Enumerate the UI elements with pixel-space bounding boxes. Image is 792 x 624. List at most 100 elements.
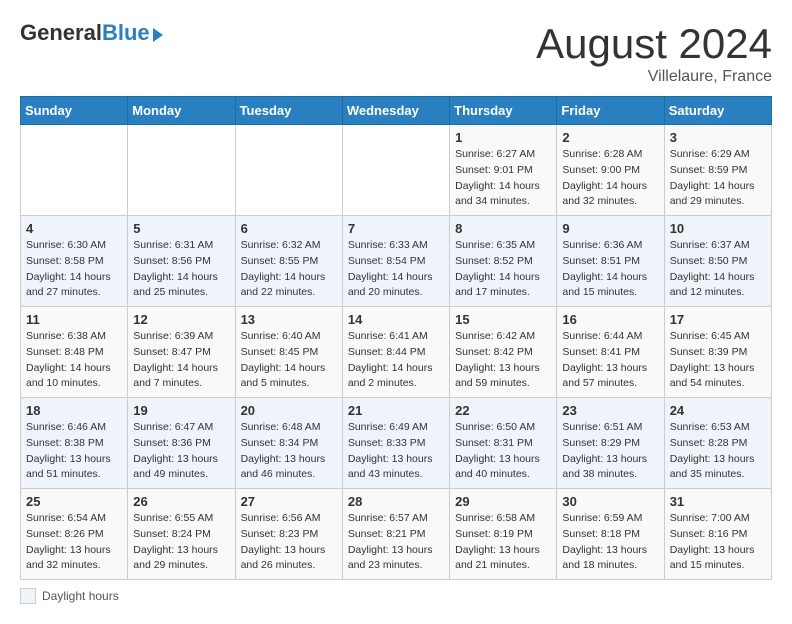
calendar-day-cell — [21, 125, 128, 216]
day-number: 23 — [562, 403, 658, 418]
calendar-day-cell: 22Sunrise: 6:50 AM Sunset: 8:31 PM Dayli… — [450, 398, 557, 489]
day-detail: Sunrise: 6:30 AM Sunset: 8:58 PM Dayligh… — [26, 238, 122, 301]
calendar-day-cell: 11Sunrise: 6:38 AM Sunset: 8:48 PM Dayli… — [21, 307, 128, 398]
day-number: 9 — [562, 221, 658, 236]
day-number: 21 — [348, 403, 444, 418]
day-detail: Sunrise: 6:44 AM Sunset: 8:41 PM Dayligh… — [562, 329, 658, 392]
calendar-day-cell: 23Sunrise: 6:51 AM Sunset: 8:29 PM Dayli… — [557, 398, 664, 489]
day-number: 11 — [26, 312, 122, 327]
weekday-header: Tuesday — [235, 97, 342, 125]
day-detail: Sunrise: 6:33 AM Sunset: 8:54 PM Dayligh… — [348, 238, 444, 301]
calendar-day-cell: 3Sunrise: 6:29 AM Sunset: 8:59 PM Daylig… — [664, 125, 771, 216]
day-number: 13 — [241, 312, 337, 327]
day-number: 25 — [26, 494, 122, 509]
day-detail: Sunrise: 6:37 AM Sunset: 8:50 PM Dayligh… — [670, 238, 766, 301]
day-detail: Sunrise: 6:57 AM Sunset: 8:21 PM Dayligh… — [348, 511, 444, 574]
calendar-day-cell — [342, 125, 449, 216]
calendar-day-cell: 29 Sunrise: 6:58 AM Sunset: 8:19 PM Dayli… — [450, 489, 557, 580]
page-header: General Blue August 2024 Villelaure, Fra… — [20, 20, 772, 86]
day-number: 24 — [670, 403, 766, 418]
day-number: 30 — [562, 494, 658, 509]
day-detail: Sunrise: 6:42 AM Sunset: 8:42 PM Dayligh… — [455, 329, 551, 392]
calendar-day-cell — [128, 125, 235, 216]
day-detail: Sunrise: 6:28 AM Sunset: 9:00 PM Dayligh… — [562, 147, 658, 210]
calendar-day-cell — [235, 125, 342, 216]
day-detail: Sunrise: 6:46 AM Sunset: 8:38 PM Dayligh… — [26, 420, 122, 483]
daylight-legend-label: Daylight hours — [42, 589, 119, 603]
day-number: 4 — [26, 221, 122, 236]
day-number: 17 — [670, 312, 766, 327]
calendar-day-cell: 5 Sunrise: 6:31 AM Sunset: 8:56 PM Daylig… — [128, 216, 235, 307]
calendar-day-cell: 16Sunrise: 6:44 AM Sunset: 8:41 PM Dayli… — [557, 307, 664, 398]
day-number: 31 — [670, 494, 766, 509]
calendar-day-cell: 27 Sunrise: 6:56 AM Sunset: 8:23 PM Dayli… — [235, 489, 342, 580]
title-block: August 2024 Villelaure, France — [536, 20, 772, 86]
weekday-header: Sunday — [21, 97, 128, 125]
day-detail: Sunrise: 6:36 AM Sunset: 8:51 PM Dayligh… — [562, 238, 658, 301]
calendar-day-cell: 2 Sunrise: 6:28 AM Sunset: 9:00 PM Daylig… — [557, 125, 664, 216]
logo-blue-text: Blue — [102, 20, 150, 46]
calendar-day-cell: 18 Sunrise: 6:46 AM Sunset: 8:38 PM Dayli… — [21, 398, 128, 489]
day-detail: Sunrise: 6:40 AM Sunset: 8:45 PM Dayligh… — [241, 329, 337, 392]
day-number: 20 — [241, 403, 337, 418]
day-number: 1 — [455, 130, 551, 145]
day-detail: Sunrise: 6:54 AM Sunset: 8:26 PM Dayligh… — [26, 511, 122, 574]
day-number: 29 — [455, 494, 551, 509]
day-detail: Sunrise: 6:31 AM Sunset: 8:56 PM Dayligh… — [133, 238, 229, 301]
day-detail: Sunrise: 6:32 AM Sunset: 8:55 PM Dayligh… — [241, 238, 337, 301]
calendar-day-cell: 10 Sunrise: 6:37 AM Sunset: 8:50 PM Dayli… — [664, 216, 771, 307]
day-detail: Sunrise: 6:47 AM Sunset: 8:36 PM Dayligh… — [133, 420, 229, 483]
day-number: 6 — [241, 221, 337, 236]
calendar-day-cell: 7 Sunrise: 6:33 AM Sunset: 8:54 PM Daylig… — [342, 216, 449, 307]
page-subtitle: Villelaure, France — [536, 68, 772, 86]
calendar-day-cell: 17Sunrise: 6:45 AM Sunset: 8:39 PM Dayli… — [664, 307, 771, 398]
day-number: 18 — [26, 403, 122, 418]
day-number: 3 — [670, 130, 766, 145]
day-number: 8 — [455, 221, 551, 236]
calendar-day-cell: 4 Sunrise: 6:30 AM Sunset: 8:58 PM Daylig… — [21, 216, 128, 307]
day-number: 15 — [455, 312, 551, 327]
page-title: August 2024 — [536, 20, 772, 68]
calendar-week-row: 11Sunrise: 6:38 AM Sunset: 8:48 PM Dayli… — [21, 307, 772, 398]
calendar-day-cell: 26 Sunrise: 6:55 AM Sunset: 8:24 PM Dayli… — [128, 489, 235, 580]
calendar-day-cell: 1Sunrise: 6:27 AM Sunset: 9:01 PM Daylig… — [450, 125, 557, 216]
day-number: 5 — [133, 221, 229, 236]
calendar-week-row: 4 Sunrise: 6:30 AM Sunset: 8:58 PM Daylig… — [21, 216, 772, 307]
calendar-footer: Daylight hours — [20, 588, 772, 604]
day-detail: Sunrise: 6:55 AM Sunset: 8:24 PM Dayligh… — [133, 511, 229, 574]
day-number: 10 — [670, 221, 766, 236]
logo-arrow-icon — [153, 28, 163, 42]
day-number: 14 — [348, 312, 444, 327]
calendar-day-cell: 25 Sunrise: 6:54 AM Sunset: 8:26 PM Dayli… — [21, 489, 128, 580]
day-detail: Sunrise: 6:53 AM Sunset: 8:28 PM Dayligh… — [670, 420, 766, 483]
day-number: 27 — [241, 494, 337, 509]
calendar-day-cell: 28Sunrise: 6:57 AM Sunset: 8:21 PM Dayli… — [342, 489, 449, 580]
calendar-day-cell: 31 Sunrise: 7:00 AM Sunset: 8:16 PM Dayli… — [664, 489, 771, 580]
calendar-day-cell: 20 Sunrise: 6:48 AM Sunset: 8:34 PM Dayli… — [235, 398, 342, 489]
calendar-day-cell: 19 Sunrise: 6:47 AM Sunset: 8:36 PM Dayli… — [128, 398, 235, 489]
calendar-week-row: 18 Sunrise: 6:46 AM Sunset: 8:38 PM Dayli… — [21, 398, 772, 489]
day-detail: Sunrise: 6:49 AM Sunset: 8:33 PM Dayligh… — [348, 420, 444, 483]
calendar-day-cell: 21 Sunrise: 6:49 AM Sunset: 8:33 PM Dayli… — [342, 398, 449, 489]
day-detail: Sunrise: 6:48 AM Sunset: 8:34 PM Dayligh… — [241, 420, 337, 483]
calendar-day-cell: 9 Sunrise: 6:36 AM Sunset: 8:51 PM Daylig… — [557, 216, 664, 307]
day-number: 7 — [348, 221, 444, 236]
calendar-week-row: 1Sunrise: 6:27 AM Sunset: 9:01 PM Daylig… — [21, 125, 772, 216]
day-detail: Sunrise: 6:35 AM Sunset: 8:52 PM Dayligh… — [455, 238, 551, 301]
calendar-day-cell: 15 Sunrise: 6:42 AM Sunset: 8:42 PM Dayli… — [450, 307, 557, 398]
calendar-day-cell: 8 Sunrise: 6:35 AM Sunset: 8:52 PM Daylig… — [450, 216, 557, 307]
day-number: 19 — [133, 403, 229, 418]
daylight-legend-box — [20, 588, 36, 604]
day-detail: Sunrise: 6:41 AM Sunset: 8:44 PM Dayligh… — [348, 329, 444, 392]
logo: General Blue — [20, 20, 163, 46]
day-detail: Sunrise: 7:00 AM Sunset: 8:16 PM Dayligh… — [670, 511, 766, 574]
day-detail: Sunrise: 6:56 AM Sunset: 8:23 PM Dayligh… — [241, 511, 337, 574]
calendar-day-cell: 13 Sunrise: 6:40 AM Sunset: 8:45 PM Dayli… — [235, 307, 342, 398]
day-number: 26 — [133, 494, 229, 509]
weekday-header: Saturday — [664, 97, 771, 125]
calendar-day-cell: 6 Sunrise: 6:32 AM Sunset: 8:55 PM Daylig… — [235, 216, 342, 307]
weekday-header: Thursday — [450, 97, 557, 125]
calendar-day-cell: 12Sunrise: 6:39 AM Sunset: 8:47 PM Dayli… — [128, 307, 235, 398]
day-number: 2 — [562, 130, 658, 145]
day-detail: Sunrise: 6:58 AM Sunset: 8:19 PM Dayligh… — [455, 511, 551, 574]
